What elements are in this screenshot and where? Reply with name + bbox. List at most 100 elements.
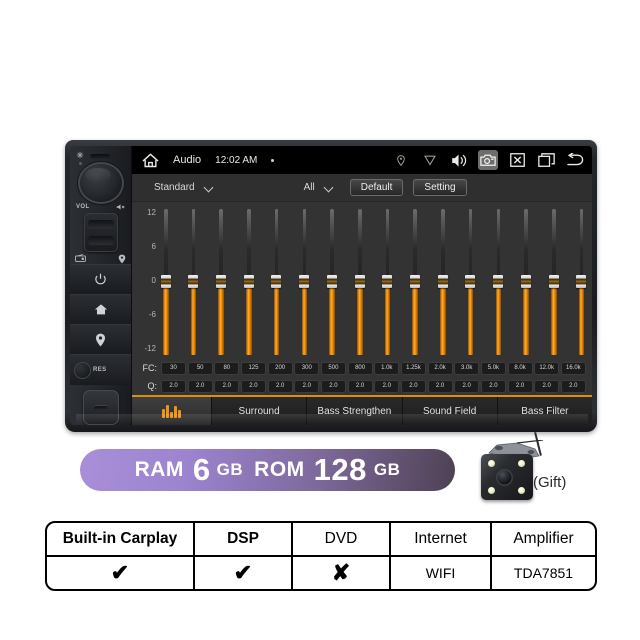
eq-slider-handle[interactable] xyxy=(576,275,587,288)
power-button[interactable] xyxy=(70,263,131,294)
location-pin-icon xyxy=(118,254,126,264)
eq-band-slider[interactable] xyxy=(520,207,531,357)
eq-slider-handle[interactable] xyxy=(215,275,226,288)
eq-band-slider[interactable] xyxy=(271,207,282,357)
q-cell[interactable]: 2.0 xyxy=(214,379,240,393)
eq-slider-handle[interactable] xyxy=(160,275,171,288)
home-icon xyxy=(94,304,107,315)
q-cell[interactable]: 2.0 xyxy=(240,379,266,393)
eq-band-slider[interactable] xyxy=(215,207,226,357)
q-cell[interactable]: 2.0 xyxy=(480,379,506,393)
eq-band-slider[interactable] xyxy=(493,207,504,357)
q-cell[interactable]: 2.0 xyxy=(374,379,400,393)
eq-slider-handle[interactable] xyxy=(188,275,199,288)
fc-cell[interactable]: 30 xyxy=(161,361,186,375)
fc-cell[interactable]: 1.0k xyxy=(374,361,400,375)
fc-cells[interactable]: 30 50 80 125 200 300 500 800 1.0k 1.25k 2.0k 3.0k 5.… xyxy=(161,361,592,375)
volume-icon[interactable] xyxy=(449,150,469,170)
eq-band-slider[interactable] xyxy=(382,207,393,357)
fc-cell[interactable]: 200 xyxy=(267,361,293,375)
eq-slider-handle[interactable] xyxy=(299,275,310,288)
fc-cell[interactable]: 5.0k xyxy=(480,361,506,375)
eq-band-slider[interactable] xyxy=(437,207,448,357)
q-cell[interactable]: 2.0 xyxy=(294,379,320,393)
q-cell[interactable]: 2.0 xyxy=(560,379,586,393)
fc-cell[interactable]: 50 xyxy=(187,361,213,375)
eq-band-slider[interactable] xyxy=(299,207,310,357)
back-arrow-icon[interactable] xyxy=(565,150,585,170)
eq-slider-handle[interactable] xyxy=(354,275,365,288)
rom-value: 128 xyxy=(313,452,367,487)
eq-band-slider[interactable] xyxy=(576,207,587,357)
eq-slider-handle[interactable] xyxy=(409,275,420,288)
q-cells[interactable]: 2.0 2.0 2.0 2.0 2.0 2.0 2.0 2.0 2.0 2.0 2.0 2.0 2.0 2… xyxy=(161,379,592,393)
eq-band-list[interactable] xyxy=(160,207,587,357)
eq-band-slider[interactable] xyxy=(354,207,365,357)
eq-band-slider[interactable] xyxy=(160,207,171,357)
eq-slider-handle[interactable] xyxy=(243,275,254,288)
fc-cell[interactable]: 500 xyxy=(320,361,346,375)
fc-cell[interactable]: 1.25k xyxy=(400,361,426,375)
q-cell[interactable]: 2.0 xyxy=(534,379,560,393)
fc-cell[interactable]: 80 xyxy=(214,361,240,375)
eq-control-bar: Standard All Default Setting xyxy=(132,174,592,202)
bezel-glare-bottom xyxy=(76,414,588,425)
eq-slider-handle[interactable] xyxy=(465,275,476,288)
eq-band-slider[interactable] xyxy=(326,207,337,357)
fc-cell[interactable]: 3.0k xyxy=(454,361,480,375)
q-cell[interactable]: 2.0 xyxy=(400,379,426,393)
mute-icon xyxy=(116,204,125,210)
eq-slider-handle[interactable] xyxy=(382,275,393,288)
home-button[interactable] xyxy=(70,293,131,324)
close-box-icon[interactable] xyxy=(507,150,527,170)
fc-cell[interactable]: 2.0k xyxy=(427,361,453,375)
fc-cell[interactable]: 16.0k xyxy=(560,361,586,375)
q-cell[interactable]: 2.0 xyxy=(347,379,373,393)
aux-knob[interactable] xyxy=(74,361,91,379)
eq-slider-fill xyxy=(273,281,280,355)
eq-band-slider[interactable] xyxy=(465,207,476,357)
gps-signal-icon[interactable] xyxy=(420,150,440,170)
fc-cell[interactable]: 300 xyxy=(294,361,320,375)
feature-header-cell: Internet xyxy=(391,523,492,555)
fc-cell[interactable]: 8.0k xyxy=(507,361,533,375)
volume-knob[interactable] xyxy=(79,164,122,203)
location-pin-icon[interactable] xyxy=(391,150,411,170)
touchscreen[interactable]: Audio 12:02 AM Standard All Default Sett… xyxy=(132,146,592,425)
q-cell[interactable]: 2.0 xyxy=(427,379,453,393)
eq-slider-handle[interactable] xyxy=(493,275,504,288)
eq-slider-handle[interactable] xyxy=(326,275,337,288)
ram-unit: GB xyxy=(216,460,244,479)
seek-rocker[interactable] xyxy=(83,213,118,252)
fc-cell[interactable]: 125 xyxy=(240,361,266,375)
check-icon: ✔ xyxy=(110,560,130,585)
navigation-button[interactable] xyxy=(70,324,131,355)
channel-dropdown[interactable]: All xyxy=(304,182,334,193)
equalizer-sliders[interactable]: 12 6 0 -6 -12 xyxy=(132,202,592,359)
eq-band-slider[interactable] xyxy=(409,207,420,357)
eq-slider-handle[interactable] xyxy=(548,275,559,288)
q-cell[interactable]: 2.0 xyxy=(187,379,213,393)
eq-band-slider[interactable] xyxy=(188,207,199,357)
db-tick-label: 0 xyxy=(151,276,156,285)
q-cell[interactable]: 2.0 xyxy=(320,379,346,393)
feature-value-cell: ✔ xyxy=(47,557,195,589)
camera-icon[interactable] xyxy=(478,150,498,170)
setting-button[interactable]: Setting xyxy=(413,179,467,196)
eq-slider-handle[interactable] xyxy=(271,275,282,288)
q-cell[interactable]: 2.0 xyxy=(507,379,533,393)
recent-apps-icon[interactable] xyxy=(536,150,556,170)
eq-band-slider[interactable] xyxy=(548,207,559,357)
product-marketing-image: VOL RES Audio 12:02 AM Standard All Defa… xyxy=(0,0,640,640)
eq-band-slider[interactable] xyxy=(243,207,254,357)
eq-slider-handle[interactable] xyxy=(520,275,531,288)
preset-dropdown[interactable]: Standard xyxy=(154,182,214,193)
fc-cell[interactable]: 12.0k xyxy=(534,361,560,375)
q-cell[interactable]: 2.0 xyxy=(267,379,293,393)
q-cell[interactable]: 2.0 xyxy=(161,379,186,393)
default-button[interactable]: Default xyxy=(349,179,404,196)
fc-cell[interactable]: 800 xyxy=(347,361,373,375)
home-icon[interactable] xyxy=(142,153,159,168)
q-cell[interactable]: 2.0 xyxy=(454,379,480,393)
eq-slider-handle[interactable] xyxy=(437,275,448,288)
